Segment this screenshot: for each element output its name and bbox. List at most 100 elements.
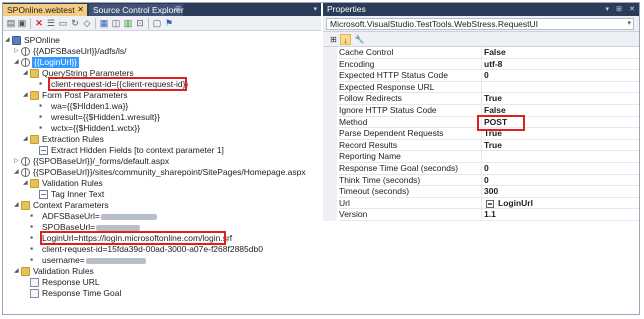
property-row[interactable]: Encoding utf-8 [323,58,639,71]
property-name: Parse Dependent Requests [339,128,481,140]
close-icon[interactable]: ✕ [77,4,84,16]
generate-code-icon[interactable]: ▦ [99,18,109,28]
row-gutter [323,186,337,198]
parameter-icon: ▪ [30,235,34,241]
property-value[interactable]: utf-8 [481,58,639,71]
highlight-box-client-request-id [48,77,187,91]
property-row[interactable]: Reporting Name [323,151,639,163]
request-globe-icon [21,47,30,56]
property-value[interactable]: 0 [481,163,639,175]
property-row[interactable]: Response Time Goal (seconds) 0 [323,163,639,175]
property-row[interactable]: Version 1.1 [323,209,639,221]
property-name: Encoding [339,59,481,71]
object-selector-value: Microsoft.VisualStudio.TestTools.WebStre… [330,19,539,29]
property-name: Expected Response URL [339,82,481,94]
expand-icon[interactable]: ◢ [23,90,29,101]
tree-node-label: {{SPOBaseUrl}}/sites/community_sharepoin… [33,167,306,177]
add-folder-icon[interactable]: ▣ [17,18,27,28]
expand-icon[interactable]: ◢ [14,57,20,68]
property-description-area [323,235,639,314]
property-row[interactable]: Cache Control False [323,47,639,59]
expand-icon[interactable]: ▷ [14,156,20,167]
tab-source-control-explorer[interactable]: Source Control Explorer ⊞ [89,4,184,16]
delete-icon[interactable]: ✕ [34,18,44,28]
property-value[interactable]: 0 [481,70,639,82]
expand-icon[interactable]: ◢ [14,200,20,211]
tree-node-label: {{SPOBaseUrl}}/_forms/default.aspx [33,156,170,166]
screenshot-frame: SPOnline.webtest ✕ Source Control Explor… [2,2,640,315]
folder-icon [30,179,39,188]
parameter-icon: ▪ [30,246,34,252]
property-value[interactable]: 300 [481,186,639,198]
webtest-editor: SPOnline.webtest ✕ Source Control Explor… [3,3,321,314]
row-gutter [323,70,337,82]
property-value[interactable] [481,151,639,163]
pin-icon[interactable]: ⊞ [616,3,622,16]
property-value[interactable] [481,81,639,94]
property-value-url[interactable]: LoginUrl [481,197,639,210]
add-transaction-icon[interactable]: ▭ [58,18,68,28]
properties-window: Properties ▾ ⊞ ✕ Microsoft.VisualStudio.… [323,3,639,314]
folder-icon [21,267,30,276]
property-value[interactable]: True [481,93,639,105]
object-selector-dropdown[interactable]: Microsoft.VisualStudio.TestTools.WebStre… [326,18,634,30]
add-loop-icon[interactable]: ↻ [70,18,80,28]
properties-toolbar: ⊞ ↓ 🔧 [323,32,639,47]
property-name: Reporting Name [339,151,481,163]
property-row[interactable]: Expected HTTP Status Code 0 [323,70,639,82]
property-name: Record Results [339,140,481,152]
set-credentials-icon[interactable]: ▢ [152,18,162,28]
parameter-icon: ▪ [30,224,34,230]
expand-icon[interactable]: ▷ [14,46,20,57]
close-icon[interactable]: ✕ [629,3,635,16]
add-condition-icon[interactable]: ◇ [82,18,92,28]
tree-node-label: {{LoginUrl}} [32,57,80,68]
tree-node-label: Response URL [42,277,100,287]
highlight-box-loginurl [40,231,226,245]
row-gutter [323,47,337,59]
add-plugin-icon[interactable]: ⊡ [135,18,145,28]
expand-icon[interactable]: ◢ [23,134,29,145]
toolbar-separator [95,18,96,29]
highlight-box-method [477,115,525,131]
expand-icon[interactable]: ◢ [14,266,20,277]
property-row[interactable]: Expected Response URL [323,81,639,94]
parameterize-icon[interactable]: ◫ [111,18,121,28]
expand-icon[interactable]: ◢ [5,35,11,46]
property-row[interactable]: Follow Redirects True [323,93,639,105]
webtest-icon [12,36,21,45]
tree-node-label: Extraction Rules [42,134,104,144]
expand-icon[interactable]: ◢ [23,178,29,189]
properties-title: Properties [327,4,366,14]
tree-node-label: SPOnline [24,35,60,45]
window-dropdown-icon[interactable]: ▾ [605,3,609,16]
property-row[interactable]: Think Time (seconds) 0 [323,174,639,187]
property-value[interactable]: 1.1 [481,209,639,221]
tab-sponline-webtest[interactable]: SPOnline.webtest ✕ [3,4,87,16]
chevron-down-icon[interactable]: ▾ [627,19,631,29]
property-pages-icon[interactable]: 🔧 [354,34,365,45]
categorized-icon[interactable]: ⊞ [328,34,339,45]
expand-icon[interactable]: ◢ [23,68,29,79]
add-datasource-icon[interactable]: ▥ [123,18,133,28]
property-row-url[interactable]: Url LoginUrl [323,197,639,210]
properties-icon[interactable]: ⚑ [164,18,174,28]
add-request-icon[interactable]: ▤ [6,18,16,28]
expand-icon[interactable]: ◢ [14,167,20,178]
property-row[interactable]: Record Results True [323,139,639,152]
validation-rule-icon [39,190,48,199]
row-gutter [323,93,337,105]
tree-node-label: client-request-id=15fda39d-00ad-3000-a07… [42,244,263,254]
property-row[interactable]: Timeout (seconds) 300 [323,186,639,198]
pin-icon[interactable]: ⊞ [175,4,181,16]
object-selector-bar: Microsoft.VisualStudio.TestTools.WebStre… [323,16,639,32]
property-value[interactable]: 0 [481,174,639,187]
property-value[interactable]: True [481,139,639,152]
validation-rule-icon [30,289,39,298]
property-value[interactable]: False [481,47,639,59]
alphabetical-icon[interactable]: ↓ [340,34,351,45]
tab-list-dropdown-icon[interactable]: ▾ [313,5,317,13]
extraction-rule-icon [39,146,48,155]
add-comment-icon[interactable]: ☰ [46,18,56,28]
request-globe-icon [21,157,30,166]
